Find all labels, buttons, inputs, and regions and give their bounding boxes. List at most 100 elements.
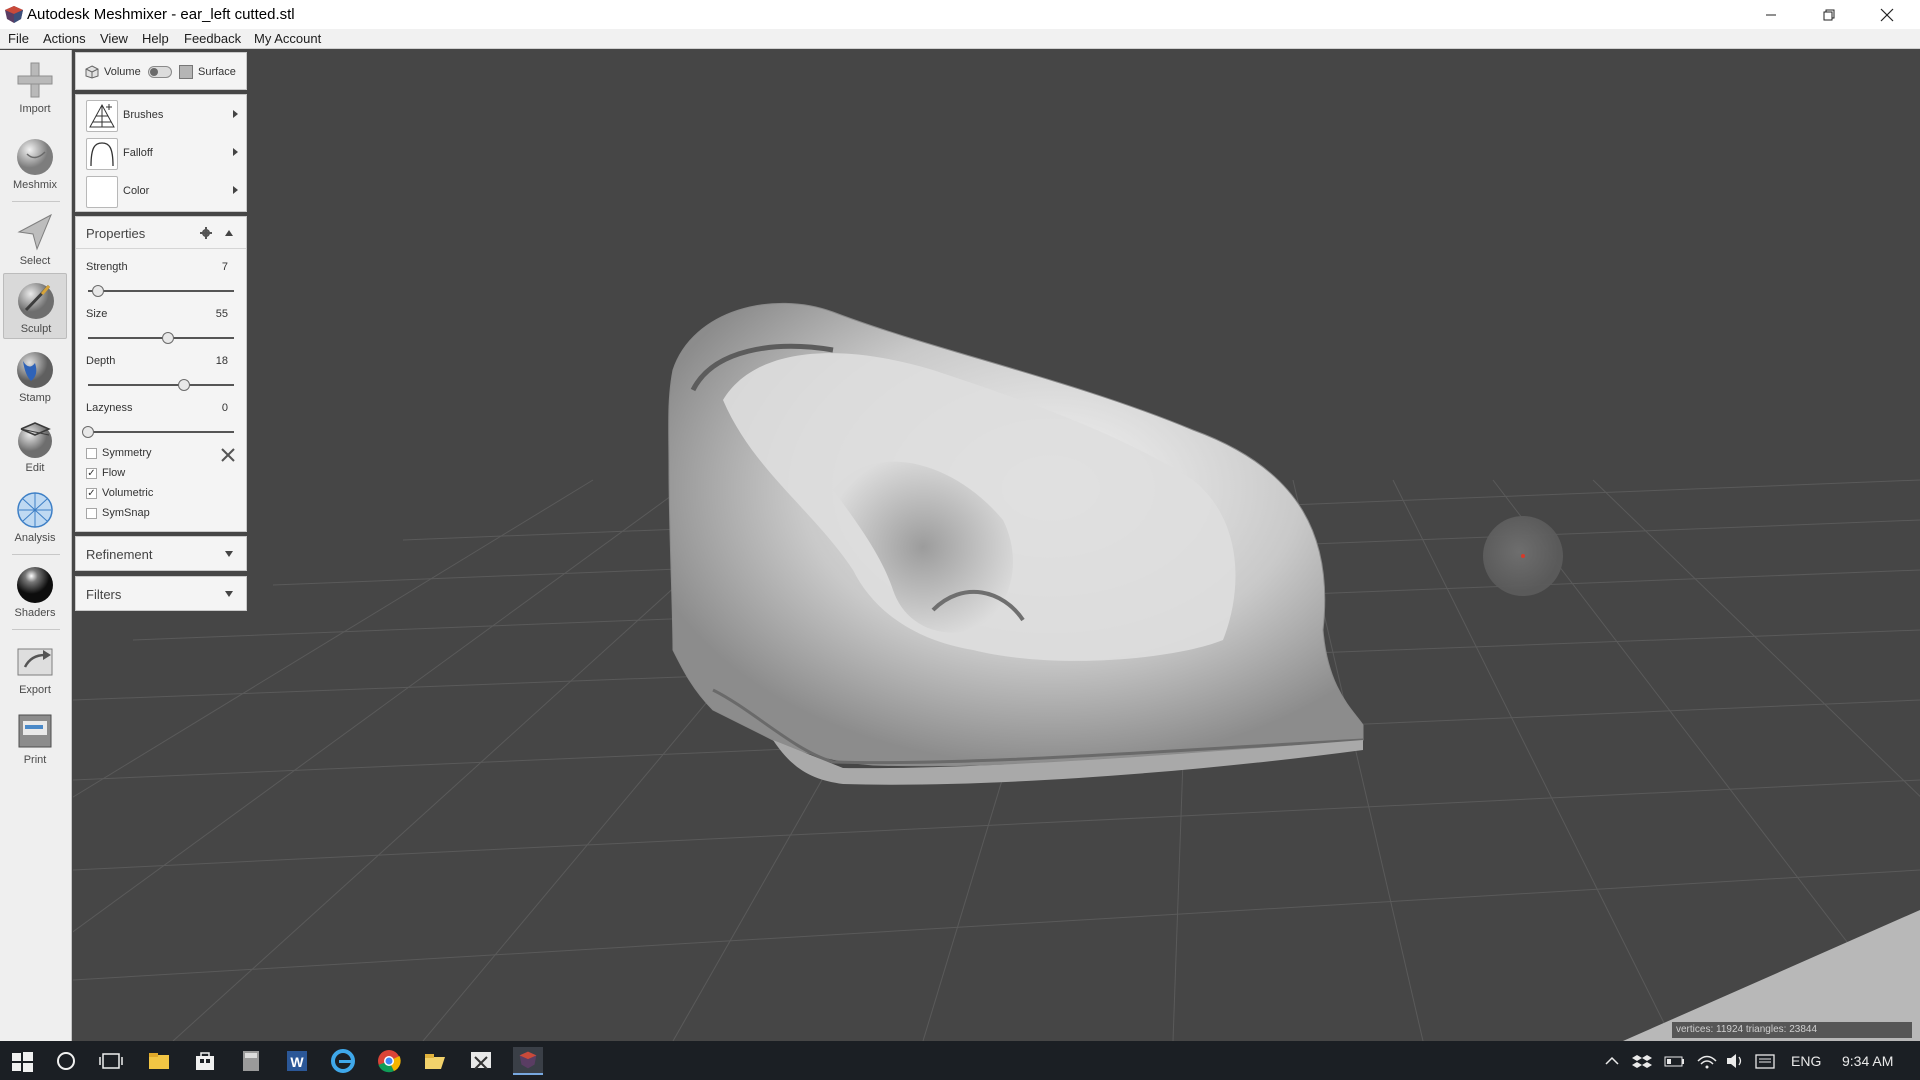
meshmixer-taskbar-icon[interactable] (513, 1047, 543, 1075)
symsnap-checkbox[interactable]: SymSnap (86, 507, 236, 521)
strength-slider[interactable] (88, 285, 234, 297)
lazyness-value: 0 (221, 402, 228, 414)
snipping-tool-icon[interactable] (467, 1047, 495, 1075)
toolbar-separator (12, 629, 60, 630)
lazyness-slider-thumb[interactable] (82, 426, 94, 438)
printer-icon (18, 714, 52, 748)
brushes-label: Brushes (123, 109, 164, 121)
store-icon[interactable] (191, 1047, 219, 1075)
shaders-label: Shaders (14, 607, 56, 619)
surface-square-icon (179, 65, 193, 79)
restore-button[interactable] (1800, 0, 1858, 29)
select-button[interactable]: Select (3, 206, 67, 272)
analysis-button[interactable]: Analysis (3, 483, 67, 549)
meshmix-button[interactable]: Meshmix (3, 130, 67, 196)
toolbar-separator (12, 201, 60, 202)
expand-arrow-icon (233, 148, 238, 156)
strength-slider-thumb[interactable] (92, 285, 105, 297)
expand-arrow-icon (233, 186, 238, 194)
menu-feedback[interactable]: Feedback (184, 31, 241, 46)
folder-icon[interactable] (421, 1047, 449, 1075)
size-slider-thumb[interactable] (162, 332, 175, 344)
menu-view[interactable]: View (100, 31, 128, 46)
windows-start-icon[interactable] (8, 1047, 36, 1075)
brush-settings-panel: Brushes Falloff Color (75, 94, 247, 212)
3d-viewport[interactable] (73, 50, 1920, 1041)
collapse-arrow-icon[interactable] (225, 230, 233, 236)
depth-label: Depth (86, 355, 116, 367)
wifi-icon[interactable] (1696, 1047, 1718, 1075)
flow-label: Flow (102, 467, 126, 479)
edge-browser-icon[interactable] (329, 1047, 357, 1075)
size-slider[interactable] (88, 332, 234, 344)
volume-cube-icon (85, 65, 99, 79)
notifications-icon[interactable] (1754, 1047, 1776, 1075)
falloff-selector[interactable]: Falloff (86, 138, 238, 170)
svg-text:W: W (290, 1054, 304, 1070)
menu-my-account[interactable]: My Account (254, 31, 321, 46)
flow-checkbox[interactable]: ✓ Flow (86, 467, 236, 481)
meshmixer-logo-icon (5, 6, 23, 23)
properties-divider (76, 248, 246, 249)
falloff-box (86, 138, 118, 170)
volumetric-checkbox[interactable]: ✓ Volumetric (86, 487, 236, 501)
close-button[interactable] (1858, 0, 1916, 29)
expand-arrow-icon (233, 110, 238, 118)
shader-sphere-icon (17, 567, 53, 603)
stamp-button[interactable]: Stamp (3, 343, 67, 409)
filters-panel[interactable]: Filters (75, 576, 247, 611)
mesh-stats-status-bar: vertices: 11924 triangles: 23844 (1672, 1022, 1912, 1038)
calculator-icon[interactable] (237, 1047, 265, 1075)
stamp-label: Stamp (19, 392, 51, 404)
scene-canvas[interactable] (73, 50, 1920, 1041)
symmetry-checkbox[interactable]: Symmetry (86, 447, 236, 461)
menu-help[interactable]: Help (142, 31, 169, 46)
menu-actions[interactable]: Actions (43, 31, 86, 46)
restore-icon (1823, 9, 1835, 20)
tray-chevron-up-icon[interactable] (1603, 1047, 1621, 1075)
dropbox-icon[interactable] (1631, 1047, 1653, 1075)
edit-label: Edit (25, 462, 45, 474)
minimize-button[interactable] (1742, 0, 1800, 29)
sculpt-button[interactable]: Sculpt (3, 273, 67, 339)
expand-arrow-icon (225, 591, 233, 597)
depth-slider[interactable] (88, 379, 234, 391)
shaders-button[interactable]: Shaders (3, 558, 67, 624)
size-value: 55 (215, 308, 228, 320)
cortana-search-icon[interactable] (52, 1047, 80, 1075)
clock[interactable]: 9:34 AM (1842, 1053, 1893, 1069)
word-icon[interactable]: W (283, 1047, 311, 1075)
toggle-knob (150, 68, 158, 76)
properties-title: Properties (86, 226, 146, 241)
refinement-panel[interactable]: Refinement (75, 536, 247, 571)
gear-icon[interactable] (200, 227, 212, 239)
ear-mesh[interactable] (668, 302, 1364, 785)
task-view-icon[interactable] (97, 1047, 125, 1075)
depth-slider-thumb[interactable] (178, 379, 191, 391)
symmetry-tools-icon[interactable] (220, 447, 236, 463)
edit-button[interactable]: Edit (3, 413, 67, 479)
plus-icon (17, 62, 53, 98)
falloff-curve-icon (90, 142, 114, 167)
volume-surface-toggle[interactable] (148, 66, 172, 78)
color-label: Color (123, 185, 150, 197)
chrome-browser-icon[interactable] (375, 1047, 403, 1075)
brush-cursor (1483, 516, 1563, 596)
export-icon (17, 648, 53, 676)
file-explorer-icon[interactable] (145, 1047, 173, 1075)
lazyness-slider[interactable] (82, 426, 234, 438)
brushes-selector[interactable]: Brushes (86, 100, 238, 132)
import-button[interactable]: Import (3, 54, 67, 120)
stamp-icon (17, 352, 53, 388)
menu-file[interactable]: File (8, 31, 29, 46)
edit-icon (18, 422, 52, 458)
strength-value: 7 (221, 261, 228, 273)
input-language[interactable]: ENG (1791, 1053, 1821, 1069)
meshmix-icon (17, 139, 53, 175)
filters-title: Filters (86, 587, 122, 602)
color-selector[interactable]: Color (86, 176, 238, 208)
menu-bar: File Actions View Help Feedback My Accou… (0, 29, 1920, 49)
volume-icon[interactable] (1724, 1047, 1746, 1075)
export-button[interactable]: Export (3, 635, 67, 701)
print-button[interactable]: Print (3, 705, 67, 771)
